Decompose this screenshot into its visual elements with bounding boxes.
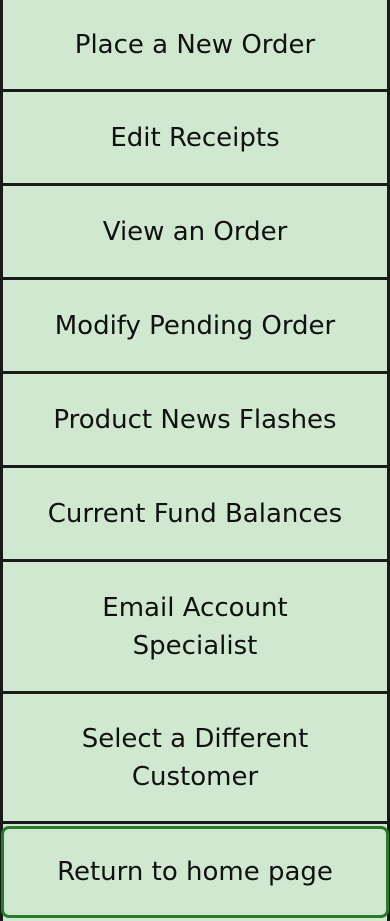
menu-item-label: Current Fund Balances — [47, 498, 343, 529]
menu-item-product-news-flashes[interactable]: Product News Flashes — [3, 374, 387, 468]
menu-item-view-order[interactable]: View an Order — [3, 186, 387, 280]
menu-item-label: Edit Receipts — [110, 122, 280, 153]
menu-item-return-home[interactable]: Return to home page — [1, 826, 389, 918]
menu-item-label: Place a New Order — [74, 29, 316, 60]
menu-item-edit-receipts[interactable]: Edit Receipts — [3, 92, 387, 186]
menu-item-place-new-order[interactable]: Place a New Order — [3, 0, 387, 92]
menu-item-label: Modify Pending Order — [54, 310, 336, 341]
menu-item-label: Select a Different Customer — [81, 723, 309, 792]
menu-item-label: View an Order — [102, 216, 288, 247]
menu-item-label: Return to home page — [57, 857, 333, 887]
menu-item-label: Product News Flashes — [53, 404, 337, 435]
menu-item-modify-pending-order[interactable]: Modify Pending Order — [3, 280, 387, 374]
menu-item-label: Email Account Specialist — [102, 592, 288, 661]
side-menu: Place a New Order Edit Receipts View an … — [0, 0, 390, 921]
menu-item-email-account-specialist[interactable]: Email Account Specialist — [3, 562, 387, 694]
menu-item-current-fund-balances[interactable]: Current Fund Balances — [3, 468, 387, 562]
menu-item-select-different-customer[interactable]: Select a Different Customer — [3, 694, 387, 824]
